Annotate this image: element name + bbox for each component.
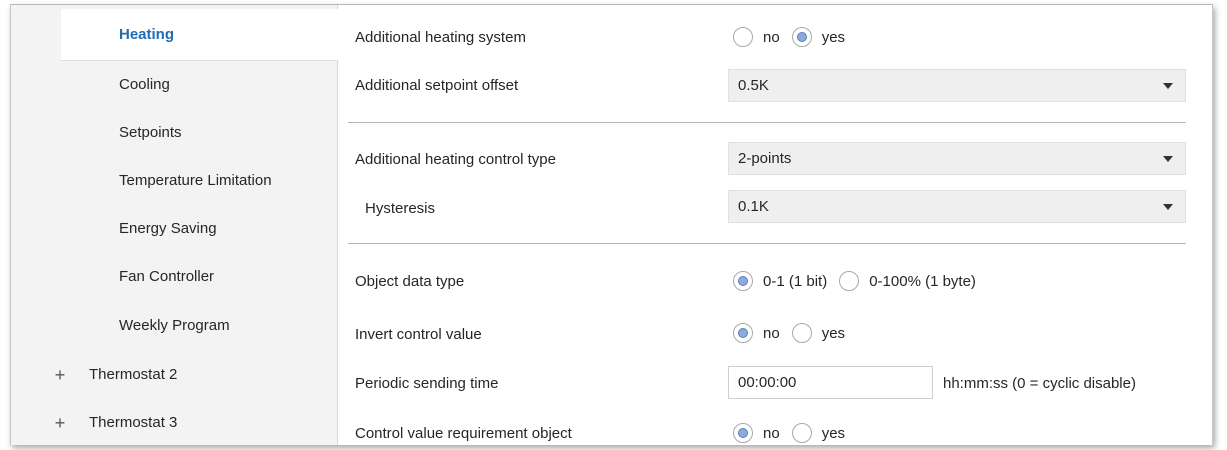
radio-label: 0-100% (1 byte) (869, 272, 976, 290)
select-value: 0.1K (738, 198, 769, 215)
object-data-type-1byte-radio[interactable] (839, 271, 860, 291)
sidebar-item-weekly-program[interactable]: Weekly Program (11, 302, 337, 350)
periodic-sending-hint: hh:mm:ss (0 = cyclic disable) (943, 375, 1136, 392)
hysteresis-select[interactable]: 0.1K (728, 190, 1186, 223)
sidebar-item-fan-controller[interactable]: Fan Controller (11, 253, 337, 301)
dropdown-caret-icon (1163, 83, 1173, 89)
sidebar-item-label: Fan Controller (119, 268, 215, 285)
sidebar-item-setpoints[interactable]: Setpoints (11, 109, 337, 157)
radio-label: yes (821, 28, 846, 46)
sidebar: Heating Cooling Setpoints Temperature Li… (11, 5, 338, 445)
control-requirement-radio-group: no yes (733, 422, 857, 444)
radio-label: yes (821, 424, 846, 442)
setpoint-offset-select[interactable]: 0.5K (728, 69, 1186, 102)
additional-heating-no-radio[interactable] (733, 27, 753, 47)
object-data-type-label: Object data type (355, 273, 465, 290)
dropdown-caret-icon (1163, 156, 1173, 162)
sidebar-item-label: Setpoints (119, 124, 182, 141)
invert-control-yes-radio[interactable] (791, 323, 812, 343)
invert-control-no-radio[interactable] (733, 323, 753, 343)
sidebar-item-label: Energy Saving (119, 220, 217, 237)
sidebar-item-temperature-limitation[interactable]: Temperature Limitation (11, 157, 337, 205)
sidebar-item-energy-saving[interactable]: Energy Saving (11, 205, 337, 253)
sidebar-item-thermostat-2[interactable]: + Thermostat 2 (11, 351, 337, 399)
sidebar-item-cooling[interactable]: Cooling (11, 61, 337, 109)
expand-plus-icon[interactable]: + (53, 351, 67, 399)
control-requirement-no-radio[interactable] (733, 423, 753, 443)
select-value: 2-points (738, 150, 792, 167)
additional-heating-label: Additional heating system (355, 29, 526, 46)
hysteresis-label: Hysteresis (365, 200, 436, 217)
sidebar-item-label: Thermostat 2 (89, 366, 178, 383)
parameter-panel: Additional heating system no yes Additio… (338, 5, 1212, 445)
object-data-type-1bit-radio[interactable] (733, 271, 753, 291)
section-divider (348, 243, 1186, 244)
object-data-type-radio-group: 0-1 (1 bit) 0-100% (1 byte) (733, 270, 988, 292)
radio-label: yes (821, 324, 846, 342)
select-value: 0.5K (738, 77, 769, 94)
app-window: Heating Cooling Setpoints Temperature Li… (10, 4, 1213, 445)
radio-label: 0-1 (1 bit) (763, 272, 828, 290)
dropdown-caret-icon (1163, 204, 1173, 210)
invert-control-radio-group: no yes (733, 322, 857, 344)
additional-heating-yes-radio[interactable] (791, 27, 812, 47)
setpoint-offset-label: Additional setpoint offset (355, 77, 519, 94)
sidebar-item-thermostat-3[interactable]: + Thermostat 3 (11, 399, 337, 445)
sidebar-item-label: Thermostat 3 (89, 414, 178, 431)
control-type-select[interactable]: 2-points (728, 142, 1186, 175)
control-requirement-label: Control value requirement object (355, 425, 572, 442)
section-divider (348, 122, 1186, 123)
periodic-sending-label: Periodic sending time (355, 375, 499, 392)
control-type-label: Additional heating control type (355, 151, 556, 168)
radio-label: no (763, 28, 780, 46)
sidebar-item-label: Weekly Program (119, 317, 230, 334)
input-value: 00:00:00 (738, 374, 797, 391)
sidebar-item-label: Heating (119, 26, 175, 43)
sidebar-item-label: Temperature Limitation (119, 172, 272, 189)
radio-label: no (763, 424, 780, 442)
expand-plus-icon[interactable]: + (53, 399, 67, 445)
additional-heating-radio-group: no yes (733, 26, 857, 48)
control-requirement-yes-radio[interactable] (791, 423, 812, 443)
sidebar-item-heating[interactable]: Heating (61, 9, 338, 61)
radio-label: no (763, 324, 780, 342)
sidebar-item-label: Cooling (119, 76, 170, 93)
invert-control-label: Invert control value (355, 326, 482, 343)
periodic-sending-input[interactable]: 00:00:00 (728, 366, 933, 399)
